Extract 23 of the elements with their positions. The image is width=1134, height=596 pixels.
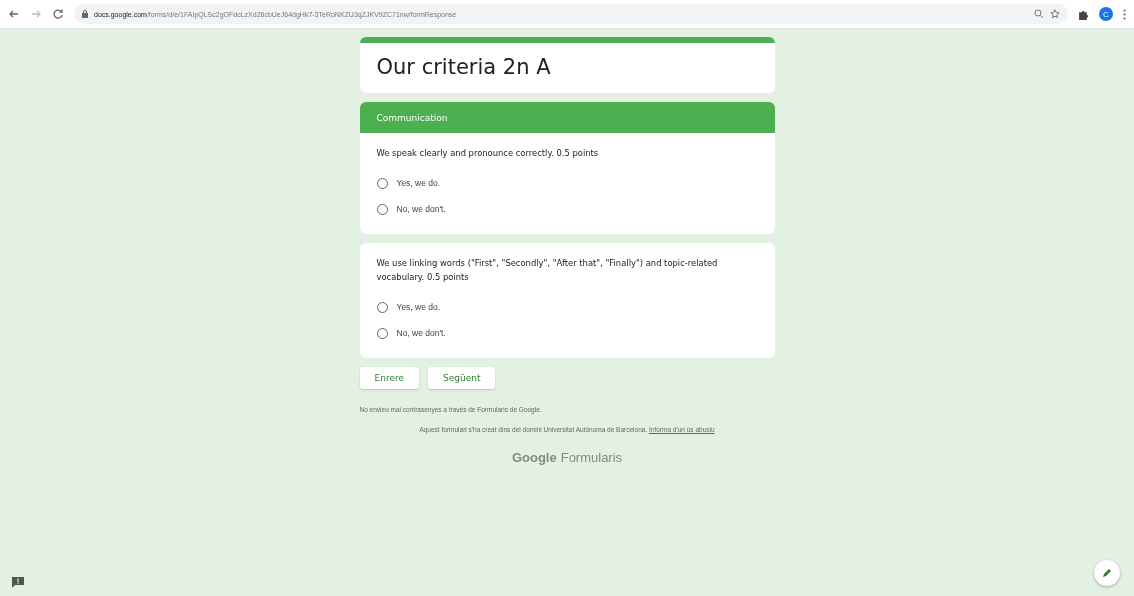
menu-icon[interactable] <box>1123 8 1126 20</box>
question-text: We speak clearly and pronounce correctly. 0.5 points <box>376 147 600 160</box>
logo-product: Formularis <box>560 450 623 466</box>
back-arrow-icon[interactable] <box>8 8 20 20</box>
reload-icon[interactable] <box>52 8 64 20</box>
edit-button[interactable] <box>1094 560 1120 586</box>
option-label[interactable]: No, we don't. <box>396 328 446 339</box>
option-label[interactable]: Yes, we do. <box>396 302 441 313</box>
option-label[interactable]: No, we don't. <box>396 204 446 215</box>
logo-brand: Google <box>511 450 557 466</box>
star-icon[interactable] <box>1050 9 1060 19</box>
pencil-icon <box>1101 567 1113 579</box>
lock-icon <box>82 10 88 18</box>
zoom-icon[interactable] <box>1034 9 1044 19</box>
form-title: Our criteria 2n A <box>376 55 552 79</box>
back-button[interactable]: Enrere <box>359 367 419 390</box>
option-label[interactable]: Yes, we do. <box>396 178 441 189</box>
next-button[interactable]: Següent <box>428 367 496 390</box>
profile-avatar[interactable]: C <box>1099 7 1113 21</box>
puzzle-icon[interactable] <box>1078 8 1089 20</box>
feedback-icon[interactable] <box>12 577 24 588</box>
question-text: We use linking words ("First", "Secondly", "After that", "Finally") and topic-related vocabulary. 0.5 points <box>376 257 719 284</box>
section-header: Communication <box>359 102 775 133</box>
